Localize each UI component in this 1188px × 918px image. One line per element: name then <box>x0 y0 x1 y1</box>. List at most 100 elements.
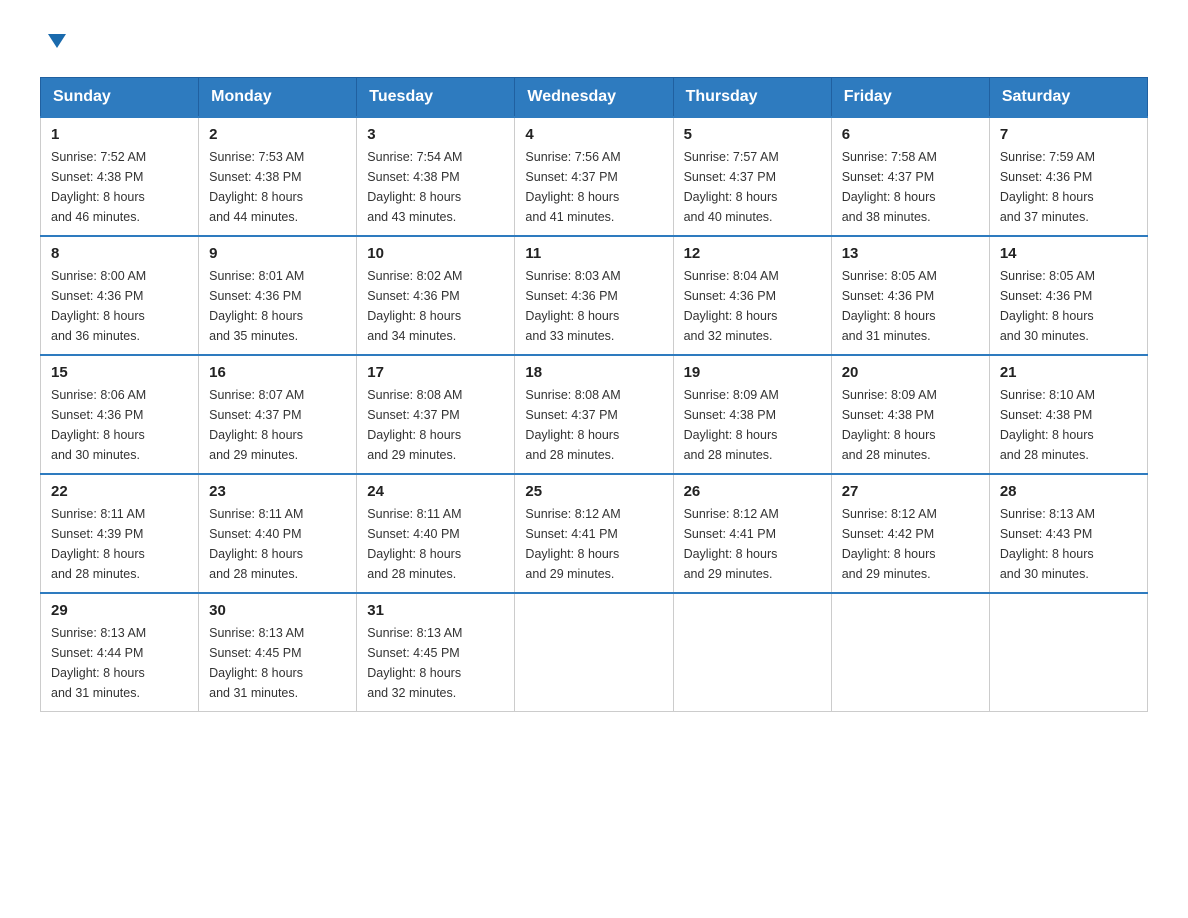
day-number: 12 <box>684 245 821 262</box>
page-header <box>40 30 1148 57</box>
day-number: 28 <box>1000 483 1137 500</box>
day-number: 2 <box>209 126 346 143</box>
day-info: Sunrise: 8:11 AMSunset: 4:40 PMDaylight:… <box>367 507 461 581</box>
day-number: 27 <box>842 483 979 500</box>
day-number: 26 <box>684 483 821 500</box>
day-info: Sunrise: 8:11 AMSunset: 4:40 PMDaylight:… <box>209 507 303 581</box>
day-number: 23 <box>209 483 346 500</box>
day-info: Sunrise: 8:11 AMSunset: 4:39 PMDaylight:… <box>51 507 145 581</box>
day-number: 3 <box>367 126 504 143</box>
day-number: 10 <box>367 245 504 262</box>
calendar-cell: 20 Sunrise: 8:09 AMSunset: 4:38 PMDaylig… <box>831 355 989 474</box>
calendar-cell: 6 Sunrise: 7:58 AMSunset: 4:37 PMDayligh… <box>831 117 989 236</box>
calendar-cell: 7 Sunrise: 7:59 AMSunset: 4:36 PMDayligh… <box>989 117 1147 236</box>
week-row-2: 8 Sunrise: 8:00 AMSunset: 4:36 PMDayligh… <box>41 236 1148 355</box>
calendar-cell: 24 Sunrise: 8:11 AMSunset: 4:40 PMDaylig… <box>357 474 515 593</box>
calendar-cell: 8 Sunrise: 8:00 AMSunset: 4:36 PMDayligh… <box>41 236 199 355</box>
calendar-cell: 2 Sunrise: 7:53 AMSunset: 4:38 PMDayligh… <box>199 117 357 236</box>
calendar-cell: 30 Sunrise: 8:13 AMSunset: 4:45 PMDaylig… <box>199 593 357 712</box>
calendar-cell: 13 Sunrise: 8:05 AMSunset: 4:36 PMDaylig… <box>831 236 989 355</box>
day-info: Sunrise: 8:13 AMSunset: 4:45 PMDaylight:… <box>367 626 462 700</box>
calendar-cell: 21 Sunrise: 8:10 AMSunset: 4:38 PMDaylig… <box>989 355 1147 474</box>
calendar-cell: 10 Sunrise: 8:02 AMSunset: 4:36 PMDaylig… <box>357 236 515 355</box>
day-info: Sunrise: 8:12 AMSunset: 4:42 PMDaylight:… <box>842 507 937 581</box>
day-number: 9 <box>209 245 346 262</box>
day-number: 13 <box>842 245 979 262</box>
day-info: Sunrise: 7:54 AMSunset: 4:38 PMDaylight:… <box>367 150 462 224</box>
day-header-tuesday: Tuesday <box>357 78 515 118</box>
calendar-cell: 5 Sunrise: 7:57 AMSunset: 4:37 PMDayligh… <box>673 117 831 236</box>
calendar-cell: 22 Sunrise: 8:11 AMSunset: 4:39 PMDaylig… <box>41 474 199 593</box>
day-info: Sunrise: 8:08 AMSunset: 4:37 PMDaylight:… <box>367 388 462 462</box>
calendar-header-row: SundayMondayTuesdayWednesdayThursdayFrid… <box>41 78 1148 118</box>
day-info: Sunrise: 8:03 AMSunset: 4:36 PMDaylight:… <box>525 269 620 343</box>
day-number: 29 <box>51 602 188 619</box>
calendar-cell <box>515 593 673 712</box>
day-header-thursday: Thursday <box>673 78 831 118</box>
day-info: Sunrise: 8:00 AMSunset: 4:36 PMDaylight:… <box>51 269 146 343</box>
day-info: Sunrise: 8:05 AMSunset: 4:36 PMDaylight:… <box>842 269 937 343</box>
calendar-cell: 28 Sunrise: 8:13 AMSunset: 4:43 PMDaylig… <box>989 474 1147 593</box>
day-header-monday: Monday <box>199 78 357 118</box>
day-info: Sunrise: 8:02 AMSunset: 4:36 PMDaylight:… <box>367 269 462 343</box>
day-number: 22 <box>51 483 188 500</box>
day-info: Sunrise: 7:52 AMSunset: 4:38 PMDaylight:… <box>51 150 146 224</box>
calendar-cell <box>831 593 989 712</box>
day-number: 5 <box>684 126 821 143</box>
calendar-cell: 25 Sunrise: 8:12 AMSunset: 4:41 PMDaylig… <box>515 474 673 593</box>
day-info: Sunrise: 8:06 AMSunset: 4:36 PMDaylight:… <box>51 388 146 462</box>
day-info: Sunrise: 8:08 AMSunset: 4:37 PMDaylight:… <box>525 388 620 462</box>
day-number: 4 <box>525 126 662 143</box>
day-number: 17 <box>367 364 504 381</box>
day-info: Sunrise: 8:13 AMSunset: 4:45 PMDaylight:… <box>209 626 304 700</box>
calendar-cell <box>673 593 831 712</box>
day-number: 8 <box>51 245 188 262</box>
day-header-wednesday: Wednesday <box>515 78 673 118</box>
calendar-cell: 17 Sunrise: 8:08 AMSunset: 4:37 PMDaylig… <box>357 355 515 474</box>
calendar-cell: 12 Sunrise: 8:04 AMSunset: 4:36 PMDaylig… <box>673 236 831 355</box>
calendar-cell: 1 Sunrise: 7:52 AMSunset: 4:38 PMDayligh… <box>41 117 199 236</box>
day-info: Sunrise: 8:05 AMSunset: 4:36 PMDaylight:… <box>1000 269 1095 343</box>
day-number: 20 <box>842 364 979 381</box>
day-number: 25 <box>525 483 662 500</box>
calendar-cell: 19 Sunrise: 8:09 AMSunset: 4:38 PMDaylig… <box>673 355 831 474</box>
day-info: Sunrise: 8:01 AMSunset: 4:36 PMDaylight:… <box>209 269 304 343</box>
calendar-cell: 14 Sunrise: 8:05 AMSunset: 4:36 PMDaylig… <box>989 236 1147 355</box>
day-header-saturday: Saturday <box>989 78 1147 118</box>
day-info: Sunrise: 7:57 AMSunset: 4:37 PMDaylight:… <box>684 150 779 224</box>
day-number: 24 <box>367 483 504 500</box>
calendar-cell <box>989 593 1147 712</box>
calendar-cell: 23 Sunrise: 8:11 AMSunset: 4:40 PMDaylig… <box>199 474 357 593</box>
day-number: 30 <box>209 602 346 619</box>
day-info: Sunrise: 7:58 AMSunset: 4:37 PMDaylight:… <box>842 150 937 224</box>
calendar-cell: 9 Sunrise: 8:01 AMSunset: 4:36 PMDayligh… <box>199 236 357 355</box>
calendar-cell: 11 Sunrise: 8:03 AMSunset: 4:36 PMDaylig… <box>515 236 673 355</box>
day-info: Sunrise: 8:09 AMSunset: 4:38 PMDaylight:… <box>842 388 937 462</box>
day-number: 14 <box>1000 245 1137 262</box>
day-number: 16 <box>209 364 346 381</box>
calendar-cell: 3 Sunrise: 7:54 AMSunset: 4:38 PMDayligh… <box>357 117 515 236</box>
calendar-cell: 15 Sunrise: 8:06 AMSunset: 4:36 PMDaylig… <box>41 355 199 474</box>
day-number: 18 <box>525 364 662 381</box>
week-row-1: 1 Sunrise: 7:52 AMSunset: 4:38 PMDayligh… <box>41 117 1148 236</box>
day-info: Sunrise: 8:10 AMSunset: 4:38 PMDaylight:… <box>1000 388 1095 462</box>
calendar-table: SundayMondayTuesdayWednesdayThursdayFrid… <box>40 77 1148 712</box>
day-info: Sunrise: 8:04 AMSunset: 4:36 PMDaylight:… <box>684 269 779 343</box>
day-info: Sunrise: 7:59 AMSunset: 4:36 PMDaylight:… <box>1000 150 1095 224</box>
day-info: Sunrise: 8:13 AMSunset: 4:43 PMDaylight:… <box>1000 507 1095 581</box>
calendar-cell: 4 Sunrise: 7:56 AMSunset: 4:37 PMDayligh… <box>515 117 673 236</box>
day-number: 6 <box>842 126 979 143</box>
logo-arrow-icon <box>46 30 68 57</box>
week-row-3: 15 Sunrise: 8:06 AMSunset: 4:36 PMDaylig… <box>41 355 1148 474</box>
calendar-cell: 16 Sunrise: 8:07 AMSunset: 4:37 PMDaylig… <box>199 355 357 474</box>
calendar-cell: 29 Sunrise: 8:13 AMSunset: 4:44 PMDaylig… <box>41 593 199 712</box>
day-info: Sunrise: 8:12 AMSunset: 4:41 PMDaylight:… <box>525 507 620 581</box>
day-number: 1 <box>51 126 188 143</box>
calendar-cell: 26 Sunrise: 8:12 AMSunset: 4:41 PMDaylig… <box>673 474 831 593</box>
day-info: Sunrise: 8:09 AMSunset: 4:38 PMDaylight:… <box>684 388 779 462</box>
day-number: 31 <box>367 602 504 619</box>
logo <box>40 30 68 57</box>
day-header-sunday: Sunday <box>41 78 199 118</box>
day-header-friday: Friday <box>831 78 989 118</box>
day-info: Sunrise: 8:13 AMSunset: 4:44 PMDaylight:… <box>51 626 146 700</box>
